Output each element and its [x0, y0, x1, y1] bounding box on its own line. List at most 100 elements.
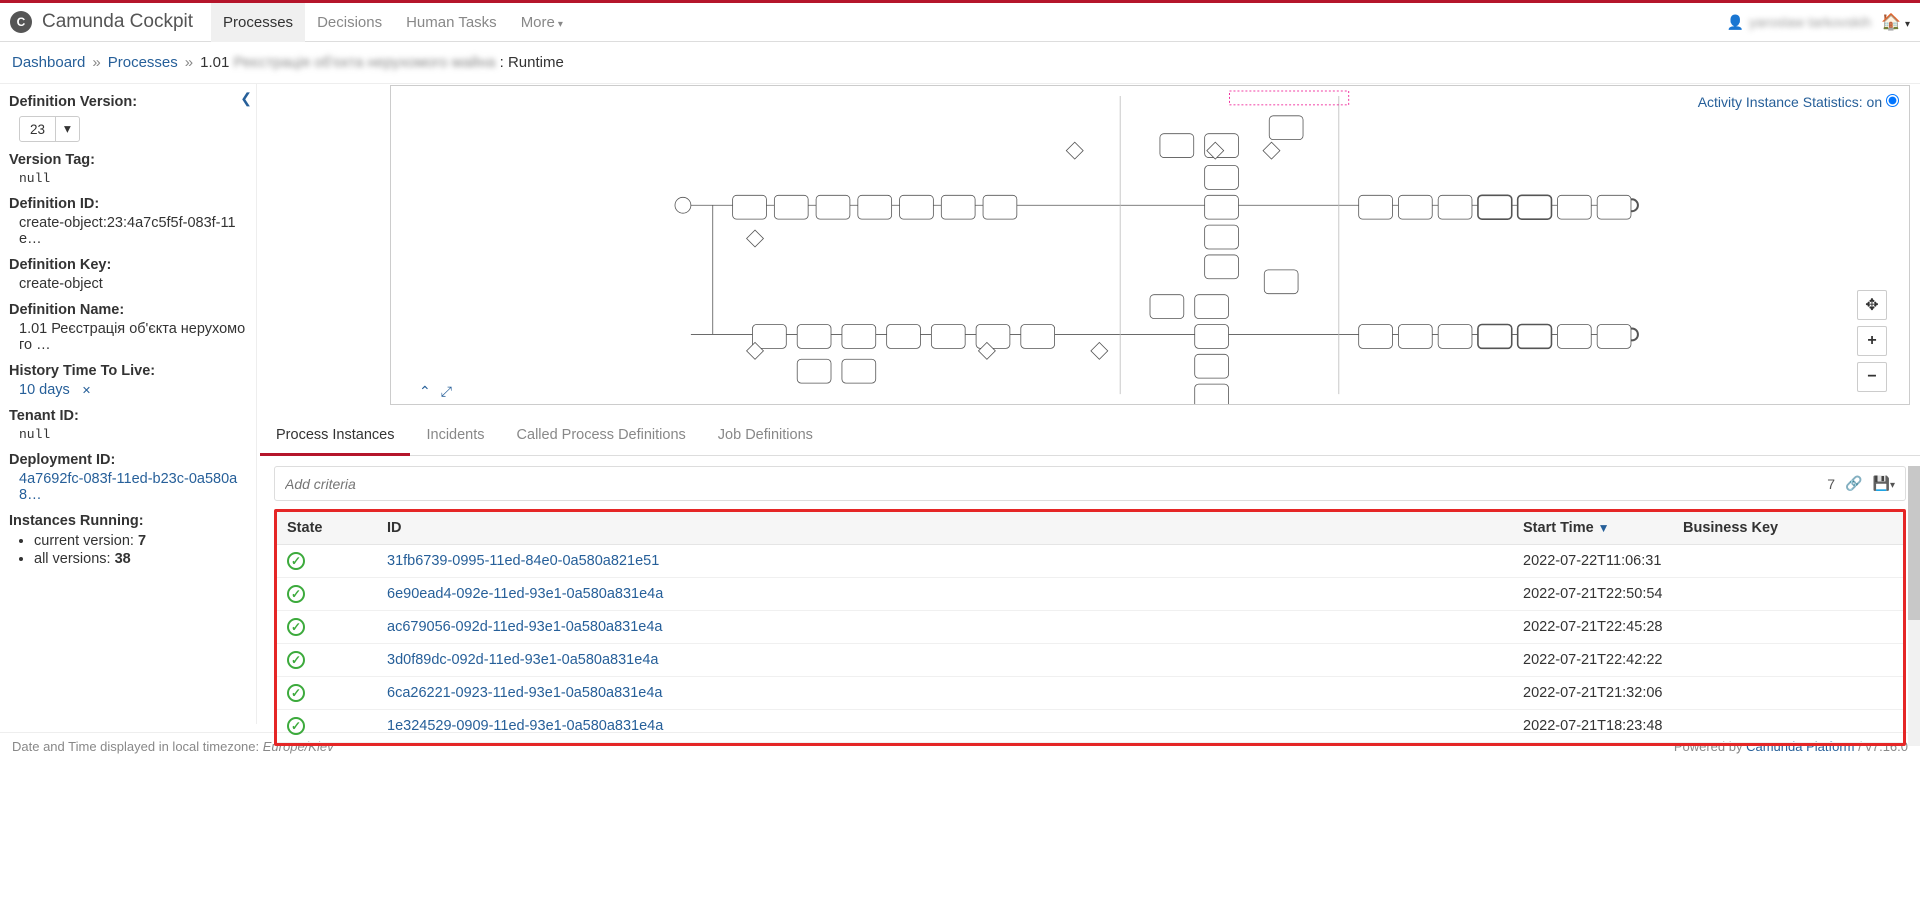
- tenant-id-label: Tenant ID:: [9, 408, 246, 424]
- logo-icon[interactable]: C: [10, 11, 32, 33]
- instances-running-list: current version: 7 all versions: 38: [19, 533, 246, 567]
- brand-title: Camunda Cockpit: [42, 11, 193, 33]
- start-time-cell: 2022-07-21T22:45:28: [1513, 611, 1673, 644]
- col-state[interactable]: State: [277, 512, 377, 545]
- instance-id-link[interactable]: ac679056-092d-11ed-93e1-0a580a831e4a: [387, 619, 662, 635]
- instance-id-link[interactable]: 6ca26221-0923-11ed-93e1-0a580a831e4a: [387, 685, 662, 701]
- detail-tabs: Process Instances Incidents Called Proce…: [260, 417, 1920, 456]
- definition-id-value: create-object:23:4a7c5f5f-083f-11e…: [19, 215, 246, 247]
- filter-input[interactable]: [285, 476, 1827, 492]
- definition-name-label: Definition Name:: [9, 302, 246, 318]
- table-row: ✓ 1e324529-0909-11ed-93e1-0a580a831e4a 202…: [277, 710, 1903, 743]
- sort-desc-icon: ▼: [1598, 521, 1610, 535]
- business-key-cell: [1673, 578, 1903, 611]
- list-item: all versions: 38: [34, 551, 246, 567]
- user-menu[interactable]: 👤 yaroslaw tarkovskih: [1727, 14, 1872, 31]
- instances-table-highlighted: State ID Start Time▼ Business Key ✓ 31fb6…: [274, 509, 1906, 746]
- state-ok-icon: ✓: [287, 684, 305, 702]
- state-ok-icon: ✓: [287, 618, 305, 636]
- instance-id-link[interactable]: 31fb6739-0995-11ed-84e0-0a580a821e51: [387, 553, 659, 569]
- breadcrumb-dashboard[interactable]: Dashboard: [12, 54, 85, 71]
- main-nav: Processes Decisions Human Tasks More▾: [211, 3, 575, 42]
- tab-process-instances[interactable]: Process Instances: [260, 417, 410, 456]
- httl-link[interactable]: 10 days: [19, 382, 70, 398]
- home-menu[interactable]: 🏠 ▾: [1881, 12, 1910, 32]
- bpmn-diagram-svg: [391, 86, 1909, 404]
- side-panel: ❮ Definition Version: 23 ▾ Version Tag: …: [0, 84, 257, 724]
- business-key-cell: [1673, 545, 1903, 578]
- instances-table: State ID Start Time▼ Business Key ✓ 31fb6…: [277, 512, 1903, 743]
- user-name: yaroslaw tarkovskih: [1749, 14, 1871, 30]
- scrollbar-thumb[interactable]: [1908, 466, 1920, 620]
- definition-id-label: Definition ID:: [9, 196, 246, 212]
- col-start-time[interactable]: Start Time▼: [1513, 512, 1673, 545]
- deployment-id-link[interactable]: 4a7692fc-083f-11ed-b23c-0a580a8…: [19, 471, 237, 503]
- breadcrumb-current: 1.01 Реєстрація об'єкта нерухомого майна…: [200, 54, 564, 71]
- table-row: ✓ 6ca26221-0923-11ed-93e1-0a580a831e4a 202…: [277, 677, 1903, 710]
- breadcrumb: Dashboard » Processes » 1.01 Реєстрація …: [0, 42, 1920, 84]
- business-key-cell: [1673, 611, 1903, 644]
- instance-id-link[interactable]: 1e324529-0909-11ed-93e1-0a580a831e4a: [387, 718, 663, 734]
- start-time-cell: 2022-07-22T11:06:31: [1513, 545, 1673, 578]
- definition-version-select[interactable]: 23 ▾: [19, 116, 80, 142]
- start-time-cell: 2022-07-21T22:50:54: [1513, 578, 1673, 611]
- start-time-cell: 2022-07-21T21:32:06: [1513, 677, 1673, 710]
- state-ok-icon: ✓: [287, 717, 305, 735]
- definition-version-label: Definition Version:: [9, 94, 246, 110]
- start-time-cell: 2022-07-21T22:42:22: [1513, 644, 1673, 677]
- diagram-collapse-icon[interactable]: ⌃: [419, 383, 431, 400]
- state-ok-icon: ✓: [287, 651, 305, 669]
- deployment-id-value: 4a7692fc-083f-11ed-b23c-0a580a8…: [19, 471, 246, 503]
- home-icon: 🏠: [1881, 14, 1901, 31]
- definition-key-value: create-object: [19, 276, 246, 292]
- save-query-button[interactable]: 💾▾: [1873, 475, 1895, 492]
- definition-key-label: Definition Key:: [9, 257, 246, 273]
- col-business-key[interactable]: Business Key: [1673, 512, 1903, 545]
- version-tag-label: Version Tag:: [9, 152, 246, 168]
- collapse-sidebar-icon[interactable]: ❮: [240, 90, 252, 107]
- state-ok-icon: ✓: [287, 585, 305, 603]
- reset-zoom-button[interactable]: ✥: [1857, 290, 1887, 320]
- zoom-out-button[interactable]: −: [1857, 362, 1887, 392]
- business-key-cell: [1673, 644, 1903, 677]
- definition-version-value: 23: [20, 118, 55, 141]
- tab-called-definitions[interactable]: Called Process Definitions: [501, 417, 702, 455]
- instance-id-link[interactable]: 3d0f89dc-092d-11ed-93e1-0a580a831e4a: [387, 652, 658, 668]
- nav-more[interactable]: More▾: [509, 3, 575, 42]
- table-row: ✓ 31fb6739-0995-11ed-84e0-0a580a821e51 202…: [277, 545, 1903, 578]
- activity-stats-radio[interactable]: [1886, 94, 1899, 107]
- tab-job-definitions[interactable]: Job Definitions: [702, 417, 829, 455]
- instances-running-label: Instances Running:: [9, 513, 246, 529]
- tab-incidents[interactable]: Incidents: [410, 417, 500, 455]
- col-id[interactable]: ID: [377, 512, 1513, 545]
- filter-bar: 7 🔗 💾▾: [274, 466, 1906, 501]
- zoom-in-button[interactable]: +: [1857, 326, 1887, 356]
- top-navbar: C Camunda Cockpit Processes Decisions Hu…: [0, 0, 1920, 42]
- start-time-cell: 2022-07-21T18:23:48: [1513, 710, 1673, 743]
- nav-decisions[interactable]: Decisions: [305, 3, 394, 42]
- deployment-id-label: Deployment ID:: [9, 452, 246, 468]
- tenant-id-value: null: [19, 427, 246, 442]
- chevron-down-icon[interactable]: ▾: [55, 117, 79, 141]
- bpmn-diagram[interactable]: Activity Instance Statistics: on: [390, 85, 1910, 405]
- instance-id-link[interactable]: 6e90ead4-092e-11ed-93e1-0a580a831e4a: [387, 586, 663, 602]
- business-key-cell: [1673, 710, 1903, 743]
- state-ok-icon: ✓: [287, 552, 305, 570]
- activity-stats-toggle[interactable]: Activity Instance Statistics: on: [1698, 94, 1899, 110]
- content-area: Activity Instance Statistics: on: [257, 84, 1920, 724]
- table-row: ✓ ac679056-092d-11ed-93e1-0a580a831e4a 202…: [277, 611, 1903, 644]
- user-icon: 👤: [1727, 14, 1744, 31]
- httl-label: History Time To Live:: [9, 363, 246, 379]
- list-item: current version: 7: [34, 533, 246, 549]
- nav-processes[interactable]: Processes: [211, 3, 305, 42]
- httl-remove-icon[interactable]: ✕: [82, 385, 91, 397]
- diagram-expand-icon[interactable]: ⤢: [441, 383, 452, 400]
- nav-human-tasks[interactable]: Human Tasks: [394, 3, 509, 42]
- breadcrumb-processes[interactable]: Processes: [108, 54, 178, 71]
- definition-name-value: 1.01 Реєстрація об'єкта нерухомого …: [19, 321, 246, 353]
- table-row: ✓ 3d0f89dc-092d-11ed-93e1-0a580a831e4a 202…: [277, 644, 1903, 677]
- table-row: ✓ 6e90ead4-092e-11ed-93e1-0a580a831e4a 202…: [277, 578, 1903, 611]
- main-area: ❚❚ ⚙ ❮ Definition Version: 23 ▾ Version …: [0, 84, 1920, 724]
- httl-value: 10 days ✕: [19, 382, 246, 398]
- link-icon[interactable]: 🔗: [1845, 475, 1862, 492]
